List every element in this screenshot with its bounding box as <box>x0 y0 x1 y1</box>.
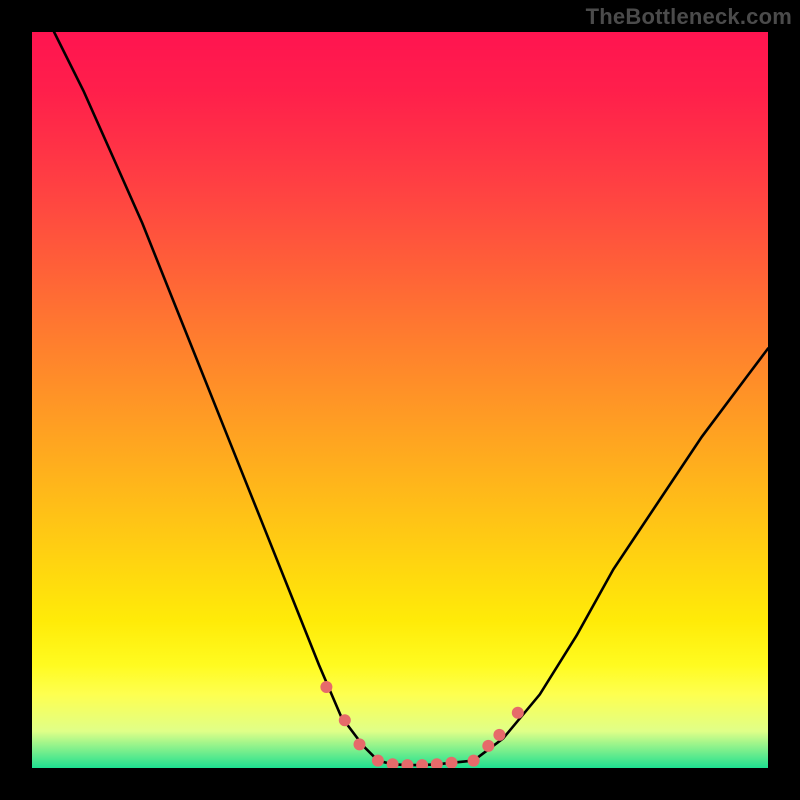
curve-marker <box>446 757 458 768</box>
curve-marker <box>482 740 494 752</box>
chart-plot-area <box>32 32 768 768</box>
curve-marker <box>493 729 505 741</box>
curve-marker <box>320 681 332 693</box>
curve-marker <box>431 758 443 768</box>
curve-marker <box>416 759 428 768</box>
curve-marker <box>512 707 524 719</box>
curve-marker <box>372 755 384 767</box>
attribution-label: TheBottleneck.com <box>586 4 792 30</box>
curve-marker <box>387 758 399 768</box>
bottleneck-curve <box>54 32 768 765</box>
curve-marker <box>354 738 366 750</box>
chart-frame: TheBottleneck.com <box>0 0 800 800</box>
chart-svg <box>32 32 768 768</box>
curve-marker <box>401 759 413 768</box>
marker-group <box>320 681 523 768</box>
curve-marker <box>468 755 480 767</box>
curve-marker <box>339 714 351 726</box>
